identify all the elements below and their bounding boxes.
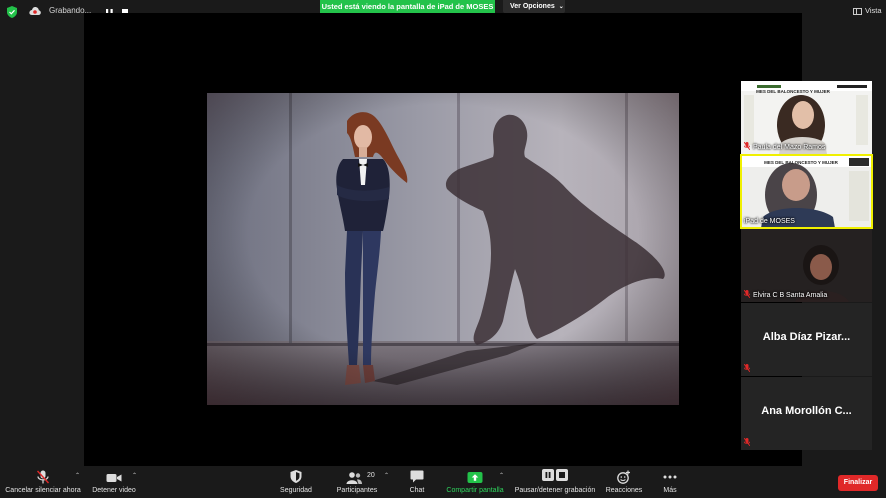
stop-video-label: Detener video [92,487,136,494]
video-camera-icon [106,474,122,482]
participant-tile[interactable]: MES DEL BALONCESTO Y MUJER Paula del Maz… [741,81,872,154]
participants-label: Participantes [336,487,378,494]
chat-bubble-icon [410,470,424,483]
participant-name: Elvira C B Santa Amalia [744,290,827,299]
shared-screen-image [207,93,679,405]
share-screen-button[interactable]: Compartir pantalla [440,466,510,498]
participants-options-caret-icon[interactable]: ⌃ [384,472,389,479]
pause-stop-recording-icon [542,469,568,481]
participant-name-label: Paula del Mazo Ramos [753,144,826,151]
participants-button[interactable]: 20 Participantes [330,466,384,498]
reactions-button[interactable]: Reacciones [602,466,646,498]
screen-share-banner: Usted está viendo la pantalla de iPad de… [320,0,495,13]
participant-tile-active-speaker[interactable]: MES DEL BALONCESTO Y MUJER iPad de MOSES [740,154,873,229]
reactions-label: Reacciones [605,487,643,494]
meeting-toolbar: Cancelar silenciar ahora ⌃ Detener video… [0,466,886,498]
more-label: Más [663,487,677,494]
muted-mic-icon [744,364,750,372]
chat-button[interactable]: Chat [400,466,434,498]
stop-video-button[interactable]: Detener video [88,466,140,498]
pause-stop-recording-label: Pausar/detener grabación [514,487,596,494]
unmute-label: Cancelar silenciar ahora [5,487,81,494]
recording-cloud-icon [29,6,41,15]
participant-status [744,438,753,447]
reactions-smiley-icon [617,470,630,484]
view-options-label: Ver Opciones [510,3,555,10]
share-options-caret-icon[interactable]: ⌃ [499,472,504,479]
participant-display-name: Ana Morollón C... [761,405,852,417]
view-label: Vista [865,6,882,15]
security-button[interactable]: Seguridad [272,466,320,498]
tile-banner: MES DEL BALONCESTO Y MUJER [756,89,830,94]
participant-tile[interactable]: Elvira C B Santa Amalia [741,229,872,302]
share-screen-icon [467,472,483,483]
muted-mic-icon [744,290,750,298]
more-button[interactable]: Más [654,466,686,498]
security-shield-icon [290,470,302,483]
participant-name: iPad de MOSES [744,218,795,225]
muted-mic-icon [744,142,750,150]
video-options-caret-icon[interactable]: ⌃ [132,472,137,479]
participant-name-label: Elvira C B Santa Amalia [753,292,828,299]
participant-tile[interactable]: Ana Morollón C... [741,377,872,450]
share-screen-label: Compartir pantalla [446,487,504,494]
view-options-button[interactable]: Ver Opciones ⌄ [503,0,565,13]
muted-microphone-icon [37,470,49,484]
view-button[interactable]: Vista [853,6,882,15]
gallery-view-icon [853,7,862,15]
participant-name: Paula del Mazo Ramos [744,142,825,151]
audio-options-caret-icon[interactable]: ⌃ [75,472,80,479]
participant-status [744,364,753,373]
participants-count: 20 [367,472,375,479]
chat-label: Chat [409,487,425,494]
tile-banner: MES DEL BALONCESTO Y MUJER [764,160,838,165]
end-meeting-button[interactable]: Finalizar [838,475,878,491]
security-shield-icon[interactable] [7,6,17,18]
participants-icon [346,472,362,484]
pause-stop-recording-button[interactable]: Pausar/detener grabación [510,466,600,498]
unmute-button[interactable]: Cancelar silenciar ahora [0,466,86,498]
participant-display-name: Alba Díaz Pizar... [762,331,851,343]
muted-mic-icon [744,438,750,446]
security-label: Seguridad [280,487,312,494]
chevron-down-icon: ⌄ [558,4,564,10]
more-dots-icon [663,475,677,479]
participant-tile[interactable]: Alba Díaz Pizar... [741,303,872,376]
